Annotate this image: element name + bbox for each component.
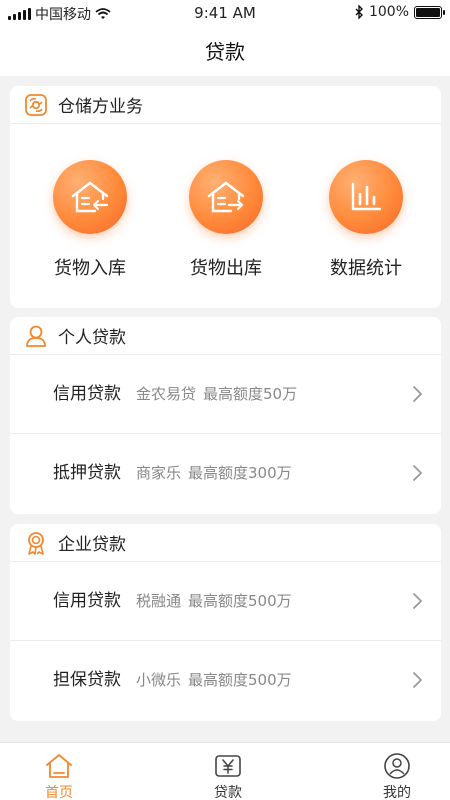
loan-type-label: 信用贷款 (53, 591, 121, 611)
personal-loan-header: 个人贷款 (10, 317, 441, 355)
page-title: 贷款 (205, 40, 245, 64)
chevron-right-icon (413, 672, 422, 688)
loan-limit: 最高额度500万 (188, 592, 292, 610)
loan-description: 小微乐 最高额度500万 (136, 641, 292, 720)
loan-description: 金农易贷 最高额度50万 (136, 355, 297, 434)
home-icon (14, 751, 104, 781)
loan-product-name: 税融通 (136, 592, 182, 610)
warehouse-in-icon (53, 160, 127, 234)
loan-type-label: 担保贷款 (53, 670, 121, 690)
warehouse-section-icon (24, 93, 48, 117)
loan-limit: 最高额度50万 (203, 385, 298, 403)
loan-product-name: 小微乐 (136, 671, 182, 689)
warehouse-card-title: 仓储方业务 (58, 97, 143, 117)
bluetooth-icon (355, 5, 363, 19)
chevron-right-icon (413, 593, 422, 609)
personal-mortgage-loan-row[interactable]: 抵押贷款 商家乐 最高额度300万 (10, 434, 441, 513)
warehouse-out-button[interactable]: 货物出库 (156, 160, 296, 280)
warehouse-out-label: 货物出库 (190, 258, 262, 279)
tab-home[interactable]: 首页 (14, 751, 104, 800)
tab-mine[interactable]: 我的 (352, 751, 442, 800)
loan-limit: 最高额度500万 (188, 671, 292, 689)
user-icon (352, 751, 442, 781)
battery-icon (414, 5, 445, 19)
nav-bar: 贷款 (0, 26, 450, 76)
loan-description: 商家乐 最高额度300万 (136, 434, 292, 513)
tab-loan-label: 贷款 (214, 785, 242, 800)
battery-level (416, 7, 440, 17)
tab-mine-label: 我的 (383, 785, 411, 800)
loan-limit: 最高额度300万 (188, 464, 292, 482)
warehouse-card-header: 仓储方业务 (10, 86, 441, 124)
statistics-label: 数据统计 (330, 258, 402, 279)
chevron-right-icon (413, 465, 422, 481)
warehouse-card: 仓储方业务 货物入库 货物出库 数据统计 (10, 86, 441, 308)
warehouse-in-label: 货物入库 (54, 258, 126, 279)
personal-loan-card: 个人贷款 信用贷款 金农易贷 最高额度50万 抵押贷款 商家乐 最高额度300万 (10, 317, 441, 514)
loan-product-name: 商家乐 (136, 464, 182, 482)
personal-credit-loan-row[interactable]: 信用贷款 金农易贷 最高额度50万 (10, 355, 441, 434)
person-icon (24, 324, 48, 348)
loan-product-name: 金农易贷 (136, 385, 197, 403)
bar-chart-icon (329, 160, 403, 234)
badge-icon (24, 531, 48, 555)
statistics-button[interactable]: 数据统计 (296, 160, 436, 280)
yen-icon (183, 751, 273, 781)
tab-bar: 首页 贷款 我的 (0, 742, 450, 800)
warehouse-in-button[interactable]: 货物入库 (20, 160, 160, 280)
loan-type-label: 抵押贷款 (53, 463, 121, 483)
enterprise-loan-card: 企业贷款 信用贷款 税融通 最高额度500万 担保贷款 小微乐 最高额度500万 (10, 524, 441, 721)
enterprise-guarantee-loan-row[interactable]: 担保贷款 小微乐 最高额度500万 (10, 641, 441, 720)
battery-percent: 100% (368, 4, 409, 20)
loan-type-label: 信用贷款 (53, 384, 121, 404)
status-bar: 中国移动 9:41 AM 100% (0, 0, 450, 26)
enterprise-loan-header: 企业贷款 (10, 524, 441, 562)
enterprise-loan-title: 企业贷款 (58, 535, 126, 555)
chevron-right-icon (413, 386, 422, 402)
personal-loan-title: 个人贷款 (58, 328, 126, 348)
enterprise-credit-loan-row[interactable]: 信用贷款 税融通 最高额度500万 (10, 562, 441, 641)
tab-loan[interactable]: 贷款 (183, 751, 273, 800)
status-right: 100% (355, 4, 445, 20)
warehouse-grid: 货物入库 货物出库 数据统计 (10, 124, 441, 308)
warehouse-out-icon (189, 160, 263, 234)
tab-home-label: 首页 (45, 785, 73, 800)
loan-description: 税融通 最高额度500万 (136, 562, 292, 641)
